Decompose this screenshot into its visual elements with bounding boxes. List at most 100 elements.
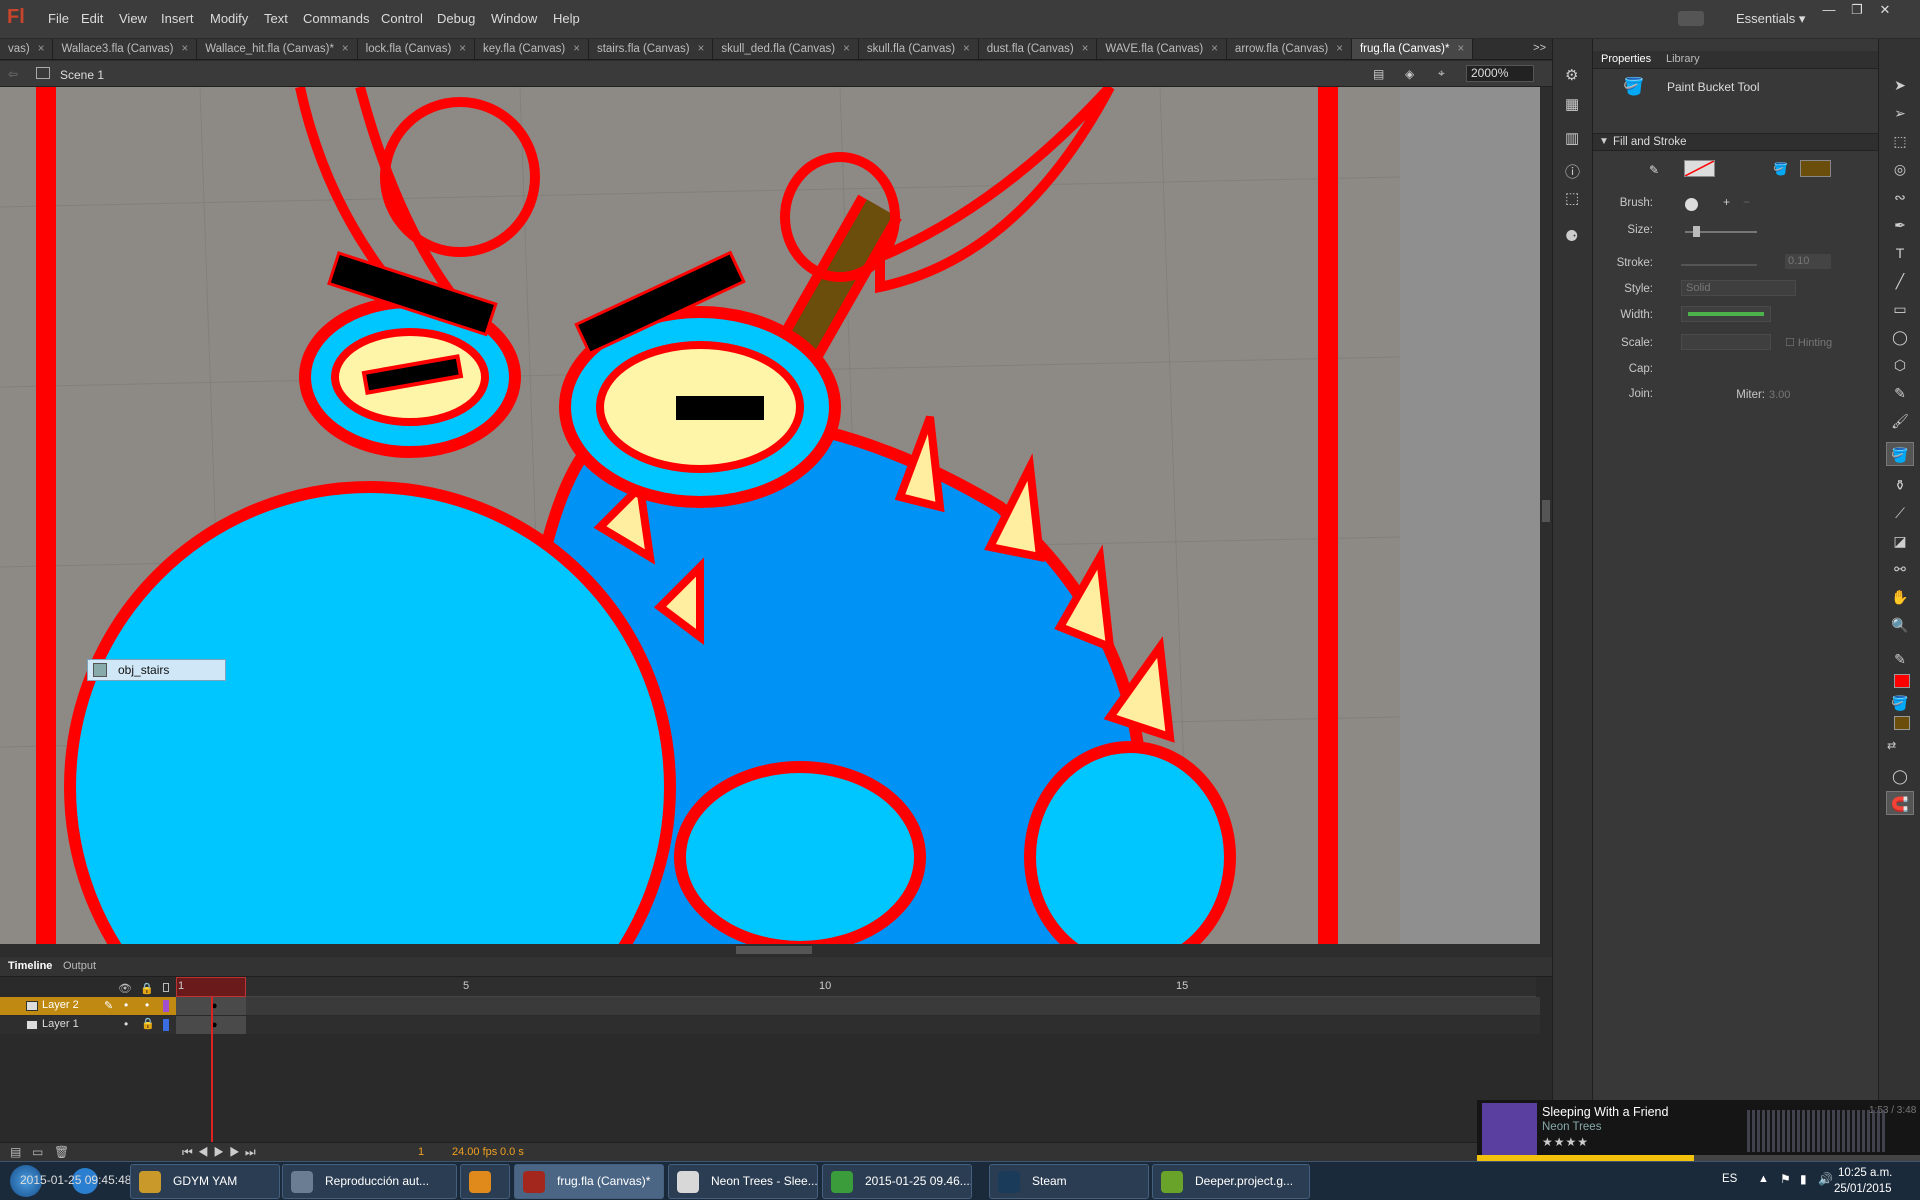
frame-rate[interactable]: 24.00 fps [452,1146,497,1158]
workspace-switcher[interactable]: Essentials ▾ [1736,11,1805,27]
close-button[interactable]: ✕ [1872,2,1898,18]
taskbar-button[interactable] [460,1164,510,1199]
layer-color-swatch[interactable] [163,1019,169,1031]
document-tab[interactable]: Wallace_hit.fla (Canvas)* × [197,39,358,59]
color-panel-icon[interactable]: ▥ [1565,129,1579,147]
align-icon[interactable]: ▦ [1565,95,1579,113]
snap-to-objects-icon[interactable]: 🧲 [1886,791,1914,815]
info-icon[interactable]: ⓘ [1565,161,1580,182]
3d-rotation-tool-icon[interactable]: ◎ [1886,157,1914,181]
pen-tool-icon[interactable]: ✒ [1886,213,1914,237]
fill-color-swatch[interactable] [1800,160,1831,177]
edit-symbols-icon[interactable]: ◈ [1405,67,1414,81]
transform-icon[interactable]: ⬚ [1565,189,1579,207]
taskbar-button[interactable]: GDYM YAM [130,1164,280,1199]
taskbar-button[interactable]: Steam [989,1164,1149,1199]
horizontal-scroll-thumb[interactable] [736,946,812,954]
edit-scene-icon[interactable]: ▤ [1373,67,1384,81]
layer-row-layer-2[interactable]: Layer 2 ✎ • • ● [0,997,1540,1015]
document-tab[interactable]: arrow.fla (Canvas) × [1226,39,1352,59]
zoom-select[interactable]: 2000% [1466,65,1534,82]
tab-close-icon[interactable]: × [698,43,705,55]
document-tab[interactable]: frug.fla (Canvas)* × [1351,39,1474,59]
layer-locked-icon[interactable]: 🔒 [141,1017,155,1030]
rectangle-tool-icon[interactable]: ▭ [1886,297,1914,321]
taskbar-button[interactable]: Neon Trees - Slee... [668,1164,818,1199]
oval-tool-icon[interactable]: ◯ [1886,325,1914,349]
tab-library[interactable]: Library [1666,53,1700,65]
symbol-label-tooltip[interactable]: obj_stairs [87,659,226,681]
document-tab[interactable]: skull_ded.fla (Canvas) × [713,39,859,59]
layer-name[interactable]: Layer 2 [42,999,79,1011]
new-layer-icon[interactable]: ▤ [10,1145,21,1159]
track-rating[interactable]: ★★★★ [1542,1135,1589,1149]
collapse-arrow-icon[interactable]: ▼ [1599,136,1609,147]
eraser-tool-icon[interactable]: ◪ [1886,529,1914,553]
taskbar-button[interactable]: Reproducción aut... [282,1164,457,1199]
menu-file[interactable]: File [48,11,69,26]
pencil-tool-icon[interactable]: ✎ [1886,381,1914,405]
tab-close-icon[interactable]: × [342,43,349,55]
document-tab[interactable]: stairs.fla (Canvas) × [588,39,714,59]
playback-controls[interactable]: ⏮◀▶▶⏭ [182,1145,261,1160]
taskbar-button[interactable]: Deeper.project.g... [1152,1164,1310,1199]
new-folder-icon[interactable]: ▭ [32,1145,43,1159]
menu-control[interactable]: Control [381,11,423,26]
volume-icon[interactable]: 🔊 [1818,1172,1833,1186]
lock-icon[interactable]: 🔒 [140,982,154,995]
menu-view[interactable]: View [119,11,147,26]
menu-commands[interactable]: Commands [303,11,369,26]
layer-name[interactable]: Layer 1 [42,1018,79,1030]
brush-tool-icon[interactable]: 🖌 [1886,409,1914,433]
brush-shape-icon[interactable] [1685,198,1698,211]
document-tab[interactable]: vas) × [0,39,54,59]
delete-layer-icon[interactable]: 🗑 [54,1145,69,1159]
fill-color-chip[interactable] [1894,716,1910,730]
document-tab[interactable]: skull.fla (Canvas) × [858,39,979,59]
stage-vertical-scrollbar[interactable] [1540,87,1552,944]
tab-output[interactable]: Output [63,960,96,972]
scene-label[interactable]: Scene 1 [60,68,104,82]
lasso-tool-icon[interactable]: ∾ [1886,185,1914,209]
tab-timeline[interactable]: Timeline [8,960,52,972]
elapsed-time[interactable]: 0.0 s [500,1146,524,1158]
polystar-tool-icon[interactable]: ⬡ [1886,353,1914,377]
outline-icon[interactable] [163,983,169,992]
frame-ruler[interactable]: 1 5 10 15 [176,977,1536,997]
stage-horizontal-scrollbar[interactable] [0,944,1552,956]
tab-close-icon[interactable]: × [459,43,466,55]
menu-insert[interactable]: Insert [161,11,194,26]
menu-modify[interactable]: Modify [210,11,248,26]
current-frame[interactable]: 1 [418,1146,424,1158]
taskbar-button[interactable]: frug.fla (Canvas)* [514,1164,664,1199]
document-tab[interactable]: dust.fla (Canvas) × [978,39,1098,59]
line-tool-icon[interactable]: ╱ [1886,269,1914,293]
tray-expand-icon[interactable]: ▲ [1758,1173,1769,1185]
tab-properties[interactable]: Properties [1601,53,1651,65]
eyedropper-tool-icon[interactable]: ⟋ [1886,501,1914,525]
motion-presets-icon[interactable]: ⚙ [1565,66,1578,84]
bone-tool-icon[interactable]: ⚯ [1886,557,1914,581]
action-center-icon[interactable]: ⚑ [1780,1172,1791,1186]
document-tab[interactable]: Wallace3.fla (Canvas) × [53,39,198,59]
stage[interactable]: obj_stairs [0,87,1540,944]
text-tool-icon[interactable]: T [1886,241,1914,265]
menu-window[interactable]: Window [491,11,537,26]
components-icon[interactable]: ⚈ [1565,227,1578,245]
stroke-color-chip[interactable] [1894,674,1910,688]
tab-close-icon[interactable]: × [1211,43,1218,55]
vertical-scroll-thumb[interactable] [1542,500,1550,522]
tab-close-icon[interactable]: × [573,43,580,55]
minimize-button[interactable]: — [1816,2,1842,18]
size-slider-thumb[interactable] [1693,226,1700,237]
document-tab[interactable]: key.fla (Canvas) × [475,39,589,59]
selection-tool-icon[interactable]: ➤ [1886,73,1914,97]
tab-close-icon[interactable]: × [1082,43,1089,55]
document-tab[interactable]: WAVE.fla (Canvas) × [1097,39,1227,59]
visibility-dot[interactable]: • [124,1017,128,1031]
tab-close-icon[interactable]: × [1336,43,1343,55]
lock-dot[interactable]: • [145,998,149,1012]
clock-date[interactable]: 25/01/2015 [1834,1183,1892,1195]
taskbar-button[interactable]: 2015-01-25 09.46.... [822,1164,972,1199]
free-transform-tool-icon[interactable]: ⬚ [1886,129,1914,153]
